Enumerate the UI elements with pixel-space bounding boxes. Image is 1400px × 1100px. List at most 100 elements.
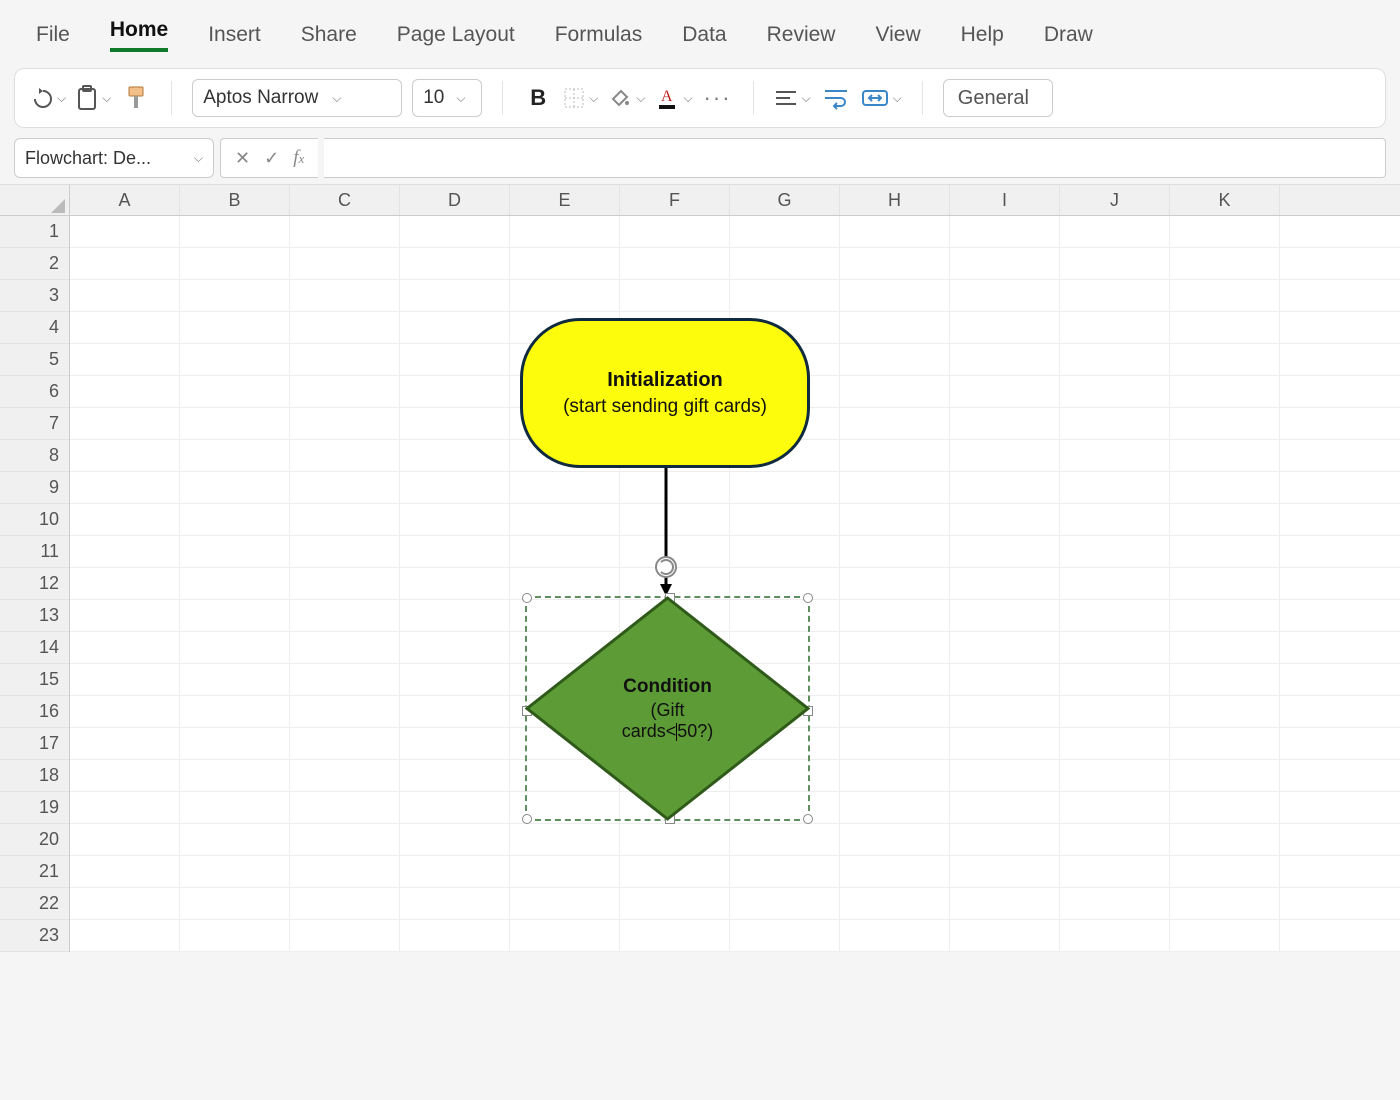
cell[interactable] xyxy=(730,504,840,535)
cell[interactable] xyxy=(950,664,1060,695)
cell[interactable] xyxy=(290,408,400,439)
cell[interactable] xyxy=(70,248,180,279)
column-header[interactable]: C xyxy=(290,185,400,215)
cell[interactable] xyxy=(620,600,730,631)
column-header[interactable]: D xyxy=(400,185,510,215)
cell[interactable] xyxy=(510,536,620,567)
cell[interactable] xyxy=(70,632,180,663)
cell[interactable] xyxy=(290,536,400,567)
cell[interactable] xyxy=(70,824,180,855)
cell[interactable] xyxy=(840,536,950,567)
cell[interactable] xyxy=(840,440,950,471)
cell[interactable] xyxy=(950,632,1060,663)
cell[interactable] xyxy=(70,664,180,695)
cell[interactable] xyxy=(730,280,840,311)
cell[interactable] xyxy=(400,376,510,407)
cell[interactable] xyxy=(620,216,730,247)
cell[interactable] xyxy=(70,696,180,727)
cell[interactable] xyxy=(950,600,1060,631)
row-header[interactable]: 6 xyxy=(0,376,69,408)
cell[interactable] xyxy=(730,440,840,471)
cell[interactable] xyxy=(290,696,400,727)
row-header[interactable]: 2 xyxy=(0,248,69,280)
cell[interactable] xyxy=(290,632,400,663)
cell[interactable] xyxy=(510,344,620,375)
cells-area[interactable]: Initialization (start sending gift cards… xyxy=(70,216,1400,952)
cell[interactable] xyxy=(840,920,950,951)
fill-color-button[interactable]: ⌵ xyxy=(608,81,645,115)
cell[interactable] xyxy=(180,792,290,823)
cell[interactable] xyxy=(730,216,840,247)
cell[interactable] xyxy=(1060,888,1170,919)
cell[interactable] xyxy=(1060,408,1170,439)
row-header[interactable]: 23 xyxy=(0,920,69,952)
cell[interactable] xyxy=(620,344,730,375)
cell[interactable] xyxy=(840,856,950,887)
column-header[interactable]: H xyxy=(840,185,950,215)
cell[interactable] xyxy=(950,376,1060,407)
row-header[interactable]: 14 xyxy=(0,632,69,664)
cell[interactable] xyxy=(400,248,510,279)
tab-insert[interactable]: Insert xyxy=(208,23,261,47)
cell[interactable] xyxy=(1170,728,1280,759)
cell[interactable] xyxy=(1060,280,1170,311)
cell[interactable] xyxy=(730,536,840,567)
cell[interactable] xyxy=(950,344,1060,375)
cell[interactable] xyxy=(180,376,290,407)
cell[interactable] xyxy=(1060,440,1170,471)
cell[interactable] xyxy=(1060,344,1170,375)
cell[interactable] xyxy=(730,312,840,343)
tab-help[interactable]: Help xyxy=(961,23,1004,47)
cell[interactable] xyxy=(1060,632,1170,663)
cell[interactable] xyxy=(730,824,840,855)
cell[interactable] xyxy=(180,440,290,471)
cell[interactable] xyxy=(950,504,1060,535)
cell[interactable] xyxy=(1060,760,1170,791)
cell[interactable] xyxy=(290,888,400,919)
cell[interactable] xyxy=(620,280,730,311)
cell[interactable] xyxy=(180,760,290,791)
cell[interactable] xyxy=(400,440,510,471)
cell[interactable] xyxy=(840,408,950,439)
cell[interactable] xyxy=(400,632,510,663)
cell[interactable] xyxy=(730,696,840,727)
column-header[interactable]: E xyxy=(510,185,620,215)
cell[interactable] xyxy=(400,824,510,855)
cell[interactable] xyxy=(290,728,400,759)
row-header[interactable]: 15 xyxy=(0,664,69,696)
cell[interactable] xyxy=(510,504,620,535)
row-header[interactable]: 4 xyxy=(0,312,69,344)
cell[interactable] xyxy=(950,312,1060,343)
cell[interactable] xyxy=(730,728,840,759)
cell[interactable] xyxy=(730,632,840,663)
cell[interactable] xyxy=(400,664,510,695)
cell[interactable] xyxy=(510,696,620,727)
cell[interactable] xyxy=(1170,792,1280,823)
row-header[interactable]: 7 xyxy=(0,408,69,440)
cell[interactable] xyxy=(400,696,510,727)
tab-file[interactable]: File xyxy=(36,23,70,47)
cell[interactable] xyxy=(620,728,730,759)
cell[interactable] xyxy=(290,824,400,855)
cell[interactable] xyxy=(620,440,730,471)
cell[interactable] xyxy=(840,568,950,599)
row-header[interactable]: 11 xyxy=(0,536,69,568)
cell[interactable] xyxy=(510,600,620,631)
cell[interactable] xyxy=(1060,312,1170,343)
cell[interactable] xyxy=(1170,664,1280,695)
cell[interactable] xyxy=(1170,568,1280,599)
cell[interactable] xyxy=(70,440,180,471)
cell[interactable] xyxy=(620,504,730,535)
cell[interactable] xyxy=(840,248,950,279)
tab-view[interactable]: View xyxy=(875,23,920,47)
cell[interactable] xyxy=(950,824,1060,855)
cell[interactable] xyxy=(620,920,730,951)
number-format-select[interactable]: General xyxy=(943,79,1053,117)
cell[interactable] xyxy=(840,312,950,343)
tab-data[interactable]: Data xyxy=(682,23,726,47)
cell[interactable] xyxy=(620,312,730,343)
cell[interactable] xyxy=(950,760,1060,791)
cell[interactable] xyxy=(400,216,510,247)
column-header[interactable]: A xyxy=(70,185,180,215)
cell[interactable] xyxy=(290,568,400,599)
